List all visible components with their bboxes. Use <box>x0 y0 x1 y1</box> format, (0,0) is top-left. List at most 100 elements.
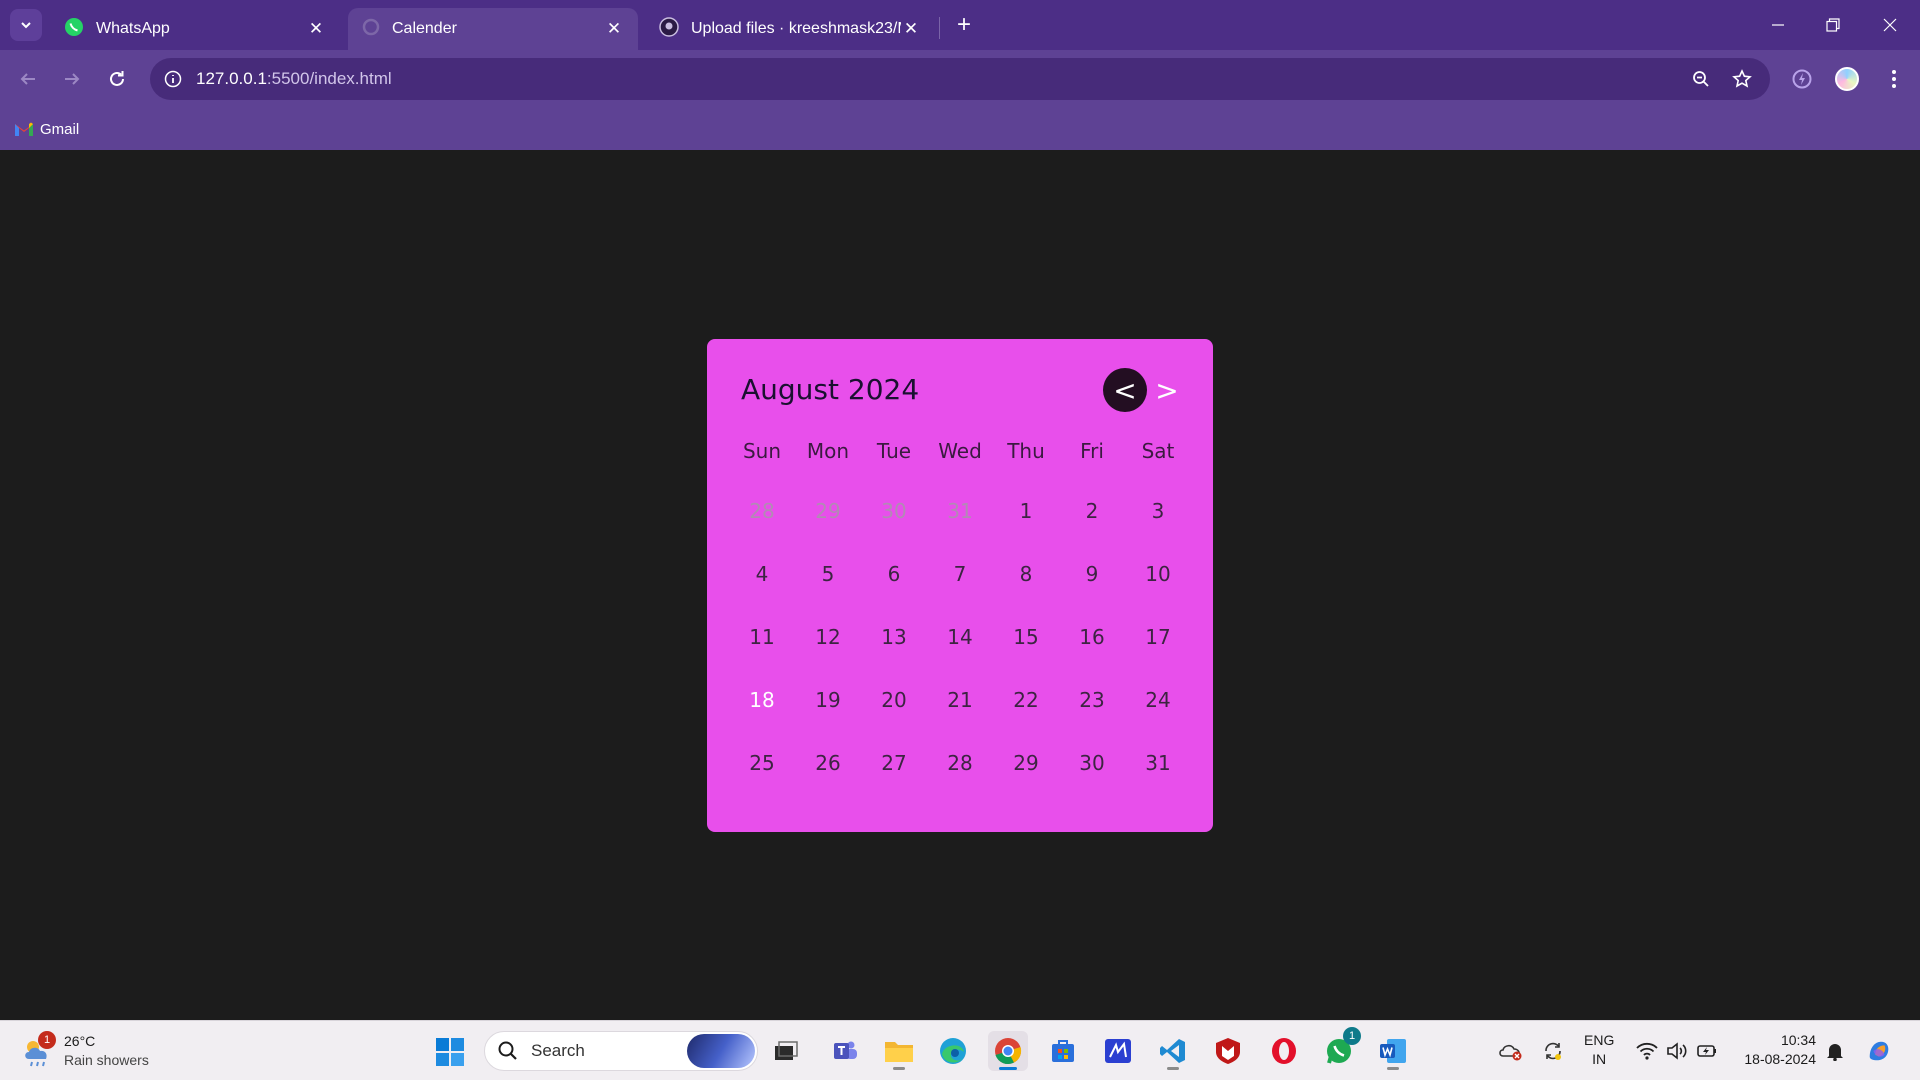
tab-whatsapp[interactable]: WhatsApp ✕ <box>50 8 340 50</box>
new-tab-button[interactable]: + <box>950 11 978 39</box>
whatsapp-app[interactable]: 1 <box>1319 1027 1361 1071</box>
tab-github-upload[interactable]: Upload files · kreeshmask23/Mc ✕ <box>645 8 935 50</box>
day-cell[interactable]: 4 <box>729 562 795 625</box>
day-cell[interactable]: 29 <box>993 751 1059 814</box>
edge-app[interactable] <box>933 1031 973 1071</box>
day-cell[interactable]: 23 <box>1059 688 1125 751</box>
task-view-button[interactable] <box>766 1031 806 1071</box>
prev-month-button[interactable]: < <box>1103 368 1147 412</box>
input-language-indicator[interactable]: ENG IN <box>1584 1031 1614 1069</box>
weekday-sat: Sat <box>1141 439 1175 463</box>
wifi-icon[interactable] <box>1634 1038 1660 1064</box>
site-info-icon[interactable] <box>162 68 184 90</box>
day-cell[interactable]: 28 <box>927 751 993 814</box>
reload-button[interactable] <box>101 63 133 95</box>
day-cell[interactable]: 22 <box>993 688 1059 751</box>
day-cell[interactable]: 5 <box>795 562 861 625</box>
mcafee-app[interactable] <box>1208 1031 1248 1071</box>
day-cell[interactable]: 14 <box>927 625 993 688</box>
tab-title: Calender <box>392 20 457 37</box>
chrome-app[interactable] <box>988 1031 1028 1071</box>
onedrive-error-icon[interactable] <box>1498 1038 1524 1064</box>
bookmarks-bar: Gmail <box>0 108 1920 150</box>
day-cell[interactable]: 8 <box>993 562 1059 625</box>
weather-condition: Rain showers <box>64 1052 149 1068</box>
running-indicator <box>1387 1067 1399 1070</box>
minimize-icon <box>1772 24 1784 26</box>
day-cell-other-month[interactable]: 30 <box>861 499 927 562</box>
system-clock[interactable]: 10:34 18-08-2024 <box>1736 1031 1816 1069</box>
day-cell[interactable]: 3 <box>1125 499 1191 562</box>
weekday-mon: Mon <box>806 439 850 463</box>
teams-app[interactable] <box>825 1031 865 1071</box>
stylus-app-icon <box>1105 1039 1131 1063</box>
day-cell[interactable]: 15 <box>993 625 1059 688</box>
day-cell[interactable]: 27 <box>861 751 927 814</box>
day-cell[interactable]: 1 <box>993 499 1059 562</box>
vscode-app[interactable] <box>1153 1031 1193 1071</box>
task-view-icon <box>775 1041 798 1060</box>
taskbar-search[interactable]: Search <box>484 1031 758 1071</box>
close-icon[interactable]: ✕ <box>306 19 326 39</box>
day-cell[interactable]: 11 <box>729 625 795 688</box>
edge-icon <box>940 1038 966 1064</box>
day-cell-other-month[interactable]: 29 <box>795 499 861 562</box>
day-cell[interactable]: 2 <box>1059 499 1125 562</box>
tab-calender[interactable]: Calender ✕ <box>348 8 638 50</box>
taskbar: 1 26°C Rain showers Search 1 ENG IN 10:3… <box>0 1020 1920 1080</box>
tab-separator <box>939 17 940 39</box>
file-explorer-app[interactable] <box>879 1031 919 1071</box>
start-button[interactable] <box>435 1037 465 1067</box>
copilot-icon[interactable] <box>1866 1038 1892 1064</box>
opera-app[interactable] <box>1264 1031 1304 1071</box>
day-cell-other-month[interactable]: 31 <box>927 499 993 562</box>
word-app[interactable] <box>1373 1031 1413 1071</box>
battery-charging-icon[interactable] <box>1694 1038 1720 1064</box>
day-cell[interactable]: 10 <box>1125 562 1191 625</box>
day-cell[interactable]: 16 <box>1059 625 1125 688</box>
performance-icon <box>1792 69 1812 89</box>
tab-search-button[interactable] <box>10 9 42 41</box>
volume-icon[interactable] <box>1664 1038 1690 1064</box>
bookmark-star-icon[interactable] <box>1731 68 1753 90</box>
close-icon[interactable]: ✕ <box>901 19 921 39</box>
address-bar[interactable]: 127.0.0.1:5500/index.html <box>150 58 1770 100</box>
day-cell[interactable]: 26 <box>795 751 861 814</box>
day-cell-today[interactable]: 18 <box>729 688 795 751</box>
day-cell-other-month[interactable]: 28 <box>729 499 795 562</box>
browser-menu-button[interactable] <box>1878 63 1910 95</box>
month-title: August 2024 <box>741 373 920 406</box>
tab-title: Upload files · kreeshmask23/Mc <box>691 20 901 37</box>
restore-button[interactable] <box>1813 8 1853 42</box>
next-month-button[interactable]: > <box>1145 368 1189 412</box>
sync-icon[interactable] <box>1540 1038 1566 1064</box>
performance-button[interactable] <box>1786 63 1818 95</box>
day-cell[interactable]: 24 <box>1125 688 1191 751</box>
pen-app[interactable] <box>1098 1031 1138 1071</box>
notification-bell-icon[interactable] <box>1822 1038 1848 1064</box>
bookmark-gmail[interactable]: Gmail <box>14 116 79 142</box>
day-cell[interactable]: 25 <box>729 751 795 814</box>
zoom-icon[interactable] <box>1690 68 1712 90</box>
day-cell[interactable]: 21 <box>927 688 993 751</box>
day-cell[interactable]: 6 <box>861 562 927 625</box>
day-cell[interactable]: 17 <box>1125 625 1191 688</box>
restore-icon <box>1826 18 1840 32</box>
day-cell[interactable]: 7 <box>927 562 993 625</box>
day-cell[interactable]: 20 <box>861 688 927 751</box>
day-cell[interactable]: 12 <box>795 625 861 688</box>
running-indicator <box>1167 1067 1179 1070</box>
close-window-button[interactable] <box>1870 8 1910 42</box>
day-cell[interactable]: 31 <box>1125 751 1191 814</box>
day-cell[interactable]: 13 <box>861 625 927 688</box>
minimize-button[interactable] <box>1758 8 1798 42</box>
day-cell[interactable]: 19 <box>795 688 861 751</box>
close-icon[interactable]: ✕ <box>604 19 624 39</box>
microsoft-store-app[interactable] <box>1043 1031 1083 1071</box>
forward-button[interactable] <box>56 63 88 95</box>
profile-button[interactable] <box>1831 63 1863 95</box>
day-cell[interactable]: 9 <box>1059 562 1125 625</box>
day-cell[interactable]: 30 <box>1059 751 1125 814</box>
weather-widget[interactable]: 1 26°C Rain showers <box>20 1029 149 1073</box>
back-button[interactable] <box>12 63 44 95</box>
